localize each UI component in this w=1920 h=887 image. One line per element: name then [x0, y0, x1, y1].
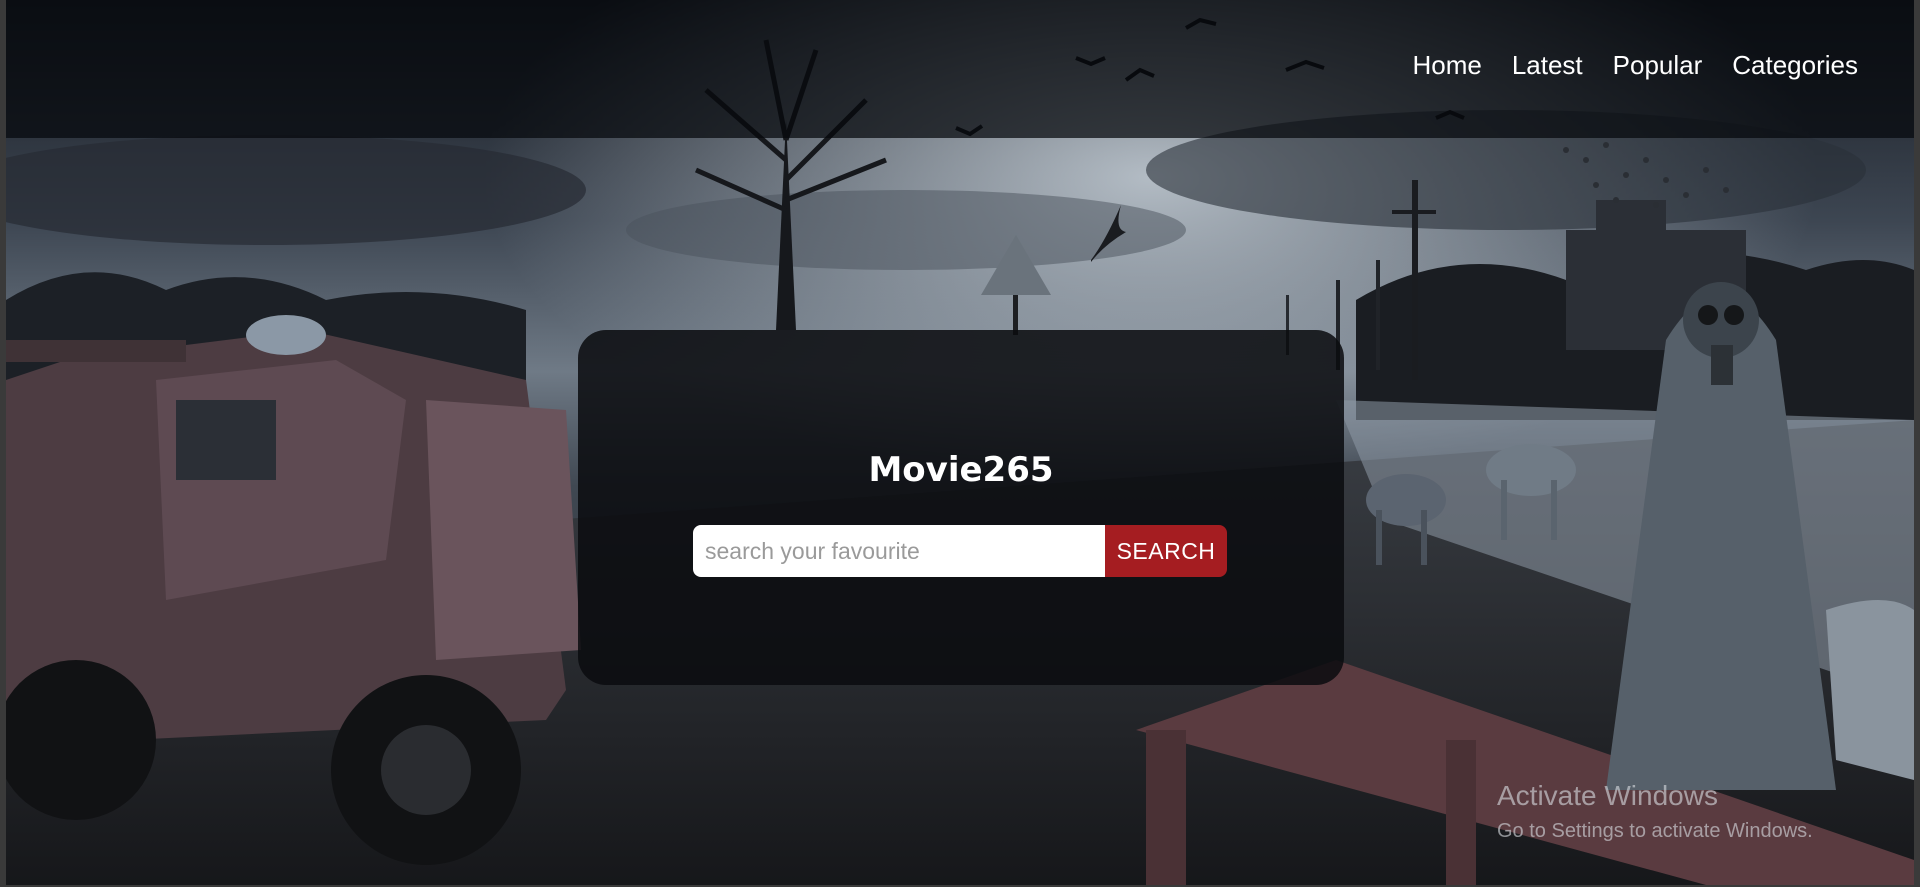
nav-item-categories[interactable]: Categories [1732, 50, 1858, 81]
nav-item-latest[interactable]: Latest [1512, 50, 1583, 81]
nav-item-home[interactable]: Home [1412, 50, 1481, 81]
search-bar: SEARCH [693, 525, 1227, 577]
page-frame: Home Latest Popular Categories Movie265 … [6, 0, 1914, 885]
activation-watermark: Activate Windows Go to Settings to activ… [1497, 779, 1813, 845]
search-card: Movie265 SEARCH [578, 330, 1344, 685]
top-navbar: Home Latest Popular Categories [6, 0, 1914, 138]
site-title: Movie265 [868, 450, 1054, 490]
main-nav: Home Latest Popular Categories [1412, 50, 1858, 81]
search-button[interactable]: SEARCH [1105, 525, 1227, 577]
watermark-title: Activate Windows [1497, 780, 1718, 811]
search-input[interactable] [693, 525, 1105, 577]
nav-item-popular[interactable]: Popular [1613, 50, 1703, 81]
watermark-subtitle: Go to Settings to activate Windows. [1497, 820, 1813, 842]
